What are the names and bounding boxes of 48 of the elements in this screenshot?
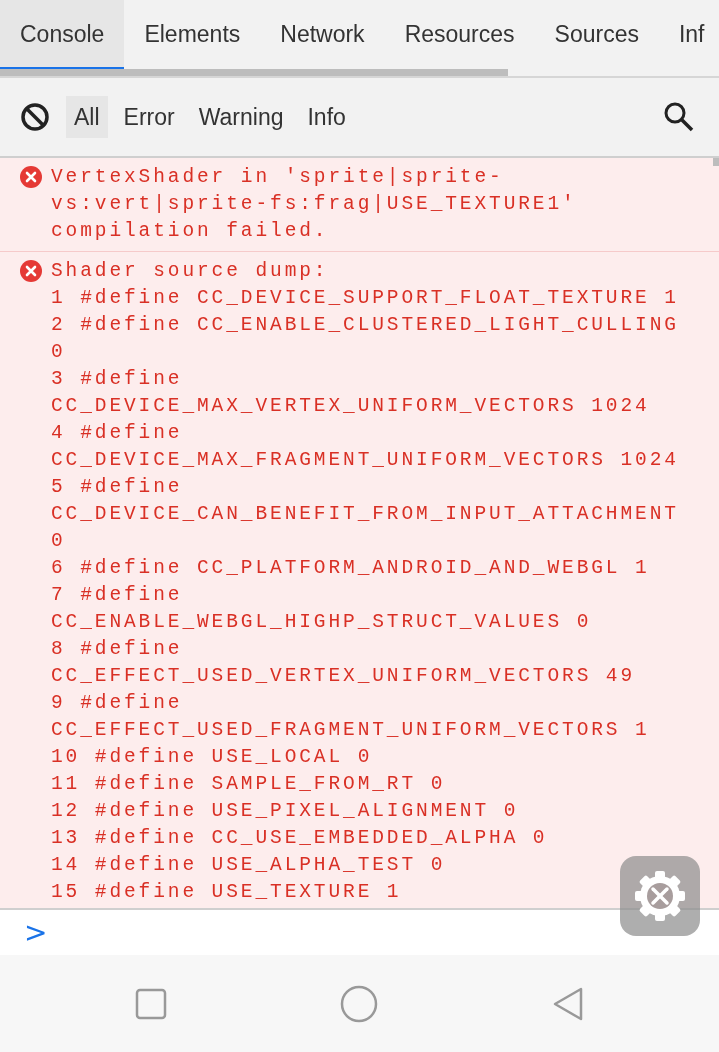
log-line: 1 #define CC_DEVICE_SUPPORT_FLOAT_TEXTURE 1 (51, 286, 679, 311)
tab[interactable]: Console (0, 0, 125, 69)
clear-icon[interactable] (20, 102, 50, 132)
log-line: 0 (51, 529, 67, 554)
recent-apps-icon[interactable] (134, 987, 167, 1020)
tab[interactable]: Sources (534, 0, 659, 69)
gear-icon (632, 868, 688, 924)
log-line: compilation failed. (51, 219, 330, 244)
prompt-symbol: > (24, 914, 48, 951)
log-line: 6 #define CC_PLATFORM_ANDROID_AND_WEBGL 1 (51, 556, 651, 581)
back-icon[interactable] (552, 985, 585, 1022)
log-line: vs:vert|sprite-fs:frag|USE_TEXTURE1' (51, 192, 577, 217)
log-line: CC_DEVICE_MAX_VERTEX_UNIFORM_VECTORS 1024 (51, 394, 651, 419)
log-line: 13 #define CC_USE_EMBEDDED_ALPHA 0 (51, 826, 549, 851)
tab[interactable]: Elements (124, 0, 261, 69)
log-line: CC_DEVICE_CAN_BENEFIT_FROM_INPUT_ATTACHMENT (51, 502, 679, 527)
log-line: 14 #define USE_ALPHA_TEST 0 (51, 853, 447, 878)
log-line: 7 #define (51, 583, 184, 608)
log-line: 9 #define (51, 691, 184, 716)
log-line: 2 #define CC_ENABLE_CLUSTERED_LIGHT_CULLING (51, 313, 679, 338)
home-icon[interactable] (340, 984, 379, 1023)
settings-button[interactable] (620, 856, 700, 936)
tab[interactable]: Network (260, 0, 385, 69)
log-line: CC_EFFECT_USED_VERTEX_UNIFORM_VECTORS 49 (51, 664, 637, 689)
log-line: 5 #define (51, 475, 184, 500)
filter-button[interactable]: Error (115, 95, 183, 139)
log-line: 4 #define (51, 421, 184, 446)
log-line: 0 (51, 340, 67, 365)
filter-button[interactable]: All (66, 95, 108, 139)
search-icon[interactable] (663, 101, 695, 133)
log-line: 11 #define SAMPLE_FROM_RT 0 (51, 772, 447, 797)
log-line: 3 #define (51, 367, 184, 392)
filter-button[interactable]: Warning (190, 95, 292, 139)
scrollbar (713, 158, 719, 166)
tab[interactable]: Inf (658, 0, 719, 69)
log-line: CC_EFFECT_USED_FRAGMENT_UNIFORM_VECTORS 1 (51, 718, 651, 743)
log-line: CC_ENABLE_WEBGL_HIGHP_STRUCT_VALUES 0 (51, 610, 593, 635)
log-line: 12 #define USE_PIXEL_ALIGNMENT 0 (51, 799, 520, 824)
log-line: 8 #define (51, 637, 184, 662)
log-line: CC_DEVICE_MAX_FRAGMENT_UNIFORM_VECTORS 1024 (51, 448, 679, 473)
error-icon (20, 260, 42, 282)
error-icon (20, 166, 42, 188)
log-line: 15 #define USE_TEXTURE 1 (51, 880, 403, 905)
filter-button[interactable]: Info (299, 95, 354, 139)
log-line: VertexShader in 'sprite|sprite- (51, 165, 505, 190)
tab[interactable]: Resources (384, 0, 535, 69)
log-line: Shader source dump: (51, 259, 330, 284)
log-line: 10 #define USE_LOCAL 0 (51, 745, 374, 770)
